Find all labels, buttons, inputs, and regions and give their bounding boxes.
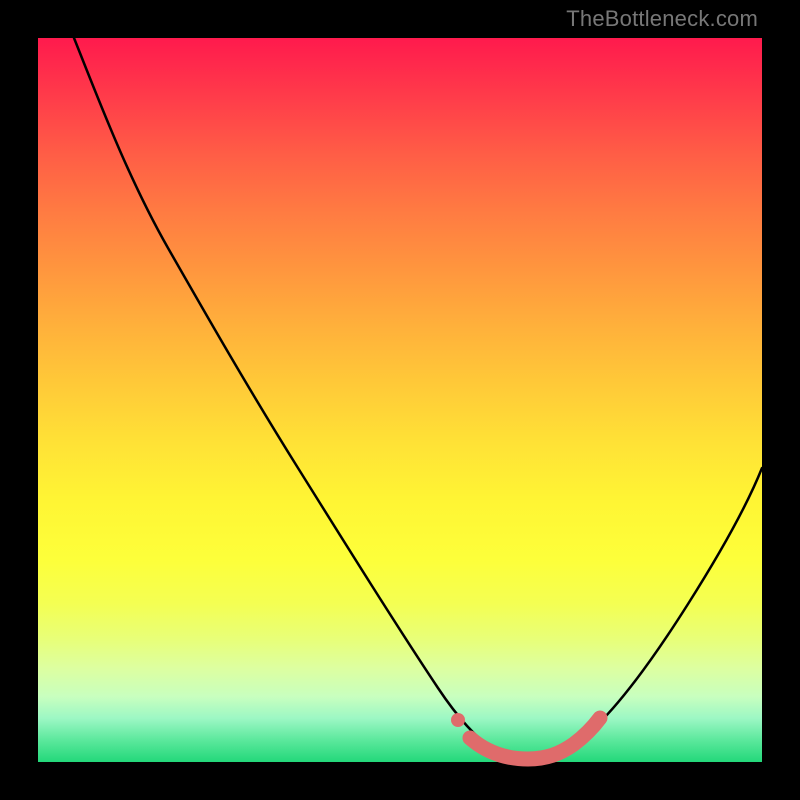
optimal-range-highlight-path [470, 718, 600, 759]
chart-svg [38, 38, 762, 762]
bottleneck-curve-path [74, 38, 762, 759]
highlight-dot [451, 713, 465, 727]
chart-plot-area [38, 38, 762, 762]
chart-frame: TheBottleneck.com [0, 0, 800, 800]
watermark-text: TheBottleneck.com [566, 6, 758, 32]
